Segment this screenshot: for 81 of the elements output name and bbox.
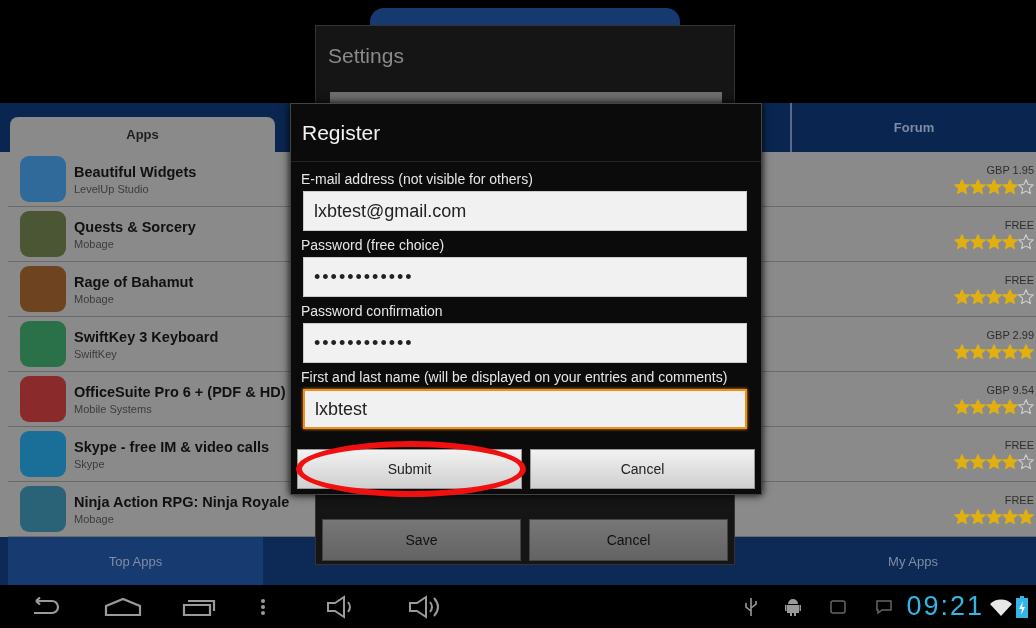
filled-star-icon — [1002, 508, 1018, 525]
field-label: E-mail address (not visible for others) — [301, 171, 534, 187]
dialog-title: Settings — [327, 43, 405, 69]
app-developer: Mobage — [74, 237, 114, 250]
filled-star-icon — [1002, 288, 1018, 305]
app-name[interactable]: Skype - free IM & video calls — [74, 438, 270, 455]
dialog-button[interactable]: Cancel — [530, 449, 755, 489]
app-name[interactable]: Beautiful Widgets — [74, 163, 197, 180]
password-field[interactable]: •••••••••••• — [303, 257, 747, 297]
app-name[interactable]: Rage of Bahamut — [74, 273, 194, 290]
empty-star-icon — [1018, 398, 1034, 415]
app-price: FREE — [1004, 273, 1034, 286]
home-icon[interactable] — [104, 596, 142, 617]
filled-star-icon — [970, 343, 986, 360]
filled-star-icon — [1002, 343, 1018, 360]
filled-star-icon — [954, 343, 970, 360]
filled-star-icon — [986, 178, 1002, 195]
filled-star-icon — [986, 398, 1002, 415]
app-name[interactable]: Ninja Action RPG: Ninja Royale — [74, 493, 290, 510]
message-icon — [876, 598, 893, 615]
volume-up-icon[interactable] — [408, 594, 442, 619]
field-label: Password confirmation — [301, 303, 444, 319]
dialog-button[interactable]: Submit — [297, 449, 522, 489]
empty-star-icon — [1018, 453, 1034, 470]
filled-star-icon — [954, 178, 970, 195]
filled-star-icon — [1018, 343, 1034, 360]
filled-star-icon — [970, 453, 986, 470]
input-field[interactable]: lxbtest — [303, 389, 747, 429]
usb-icon — [744, 596, 759, 617]
filled-star-icon — [986, 343, 1002, 360]
filled-star-icon — [954, 508, 970, 525]
app-developer: Skype — [74, 457, 105, 470]
app-name[interactable]: SwiftKey 3 Keyboard — [74, 328, 219, 345]
tab[interactable]: Apps — [10, 117, 275, 152]
filled-star-icon — [954, 288, 970, 305]
filled-star-icon — [1018, 508, 1034, 525]
app-developer: Mobile Systems — [74, 402, 152, 415]
filled-star-icon — [970, 233, 986, 250]
menu-icon[interactable] — [260, 597, 266, 616]
wifi-icon — [990, 597, 1012, 616]
app-price: GBP 2.99 — [986, 328, 1034, 341]
filled-star-icon — [986, 233, 1002, 250]
empty-star-icon — [1018, 288, 1034, 305]
filled-star-icon — [954, 453, 970, 470]
clock-time: 09:21 — [906, 591, 984, 622]
app-name[interactable]: OfficeSuite Pro 6 + (PDF & HD) — [74, 383, 286, 400]
filled-star-icon — [1002, 178, 1018, 195]
filled-star-icon — [970, 178, 986, 195]
battery-charging-icon — [1016, 595, 1028, 618]
input-field[interactable]: lxbtest@gmail.com — [303, 191, 747, 231]
app-developer: Mobage — [74, 512, 114, 525]
filled-star-icon — [1002, 233, 1018, 250]
password-field[interactable]: •••••••••••• — [303, 323, 747, 363]
filled-star-icon — [954, 233, 970, 250]
app-price: FREE — [1004, 218, 1034, 231]
filled-star-icon — [986, 453, 1002, 470]
field-label: Password (free choice) — [301, 237, 446, 253]
filled-star-icon — [970, 288, 986, 305]
app-developer: LevelUp Studio — [74, 182, 149, 195]
tab[interactable]: Top Apps — [8, 537, 263, 585]
empty-star-icon — [1018, 178, 1034, 195]
filled-star-icon — [970, 398, 986, 415]
dialog-button[interactable]: Cancel — [529, 519, 728, 561]
filled-star-icon — [954, 398, 970, 415]
app-price: FREE — [1004, 493, 1034, 506]
app-developer: SwiftKey — [74, 347, 117, 360]
filled-star-icon — [1002, 398, 1018, 415]
dialog-button[interactable]: Save — [322, 519, 521, 561]
dialog-title: Register — [291, 104, 761, 162]
app-price: FREE — [1004, 438, 1034, 451]
empty-star-icon — [1018, 233, 1034, 250]
app-price: GBP 1.95 — [986, 163, 1034, 176]
filled-star-icon — [1002, 453, 1018, 470]
app-name[interactable]: Quests & Sorcery — [74, 218, 196, 235]
tab[interactable]: My Apps — [790, 537, 1036, 585]
filled-star-icon — [970, 508, 986, 525]
filled-star-icon — [986, 508, 1002, 525]
field-label: First and last name (will be displayed on your entries and comments) — [301, 369, 729, 385]
app-developer: Mobage — [74, 292, 114, 305]
app-price: GBP 9.54 — [986, 383, 1034, 396]
filled-star-icon — [986, 288, 1002, 305]
